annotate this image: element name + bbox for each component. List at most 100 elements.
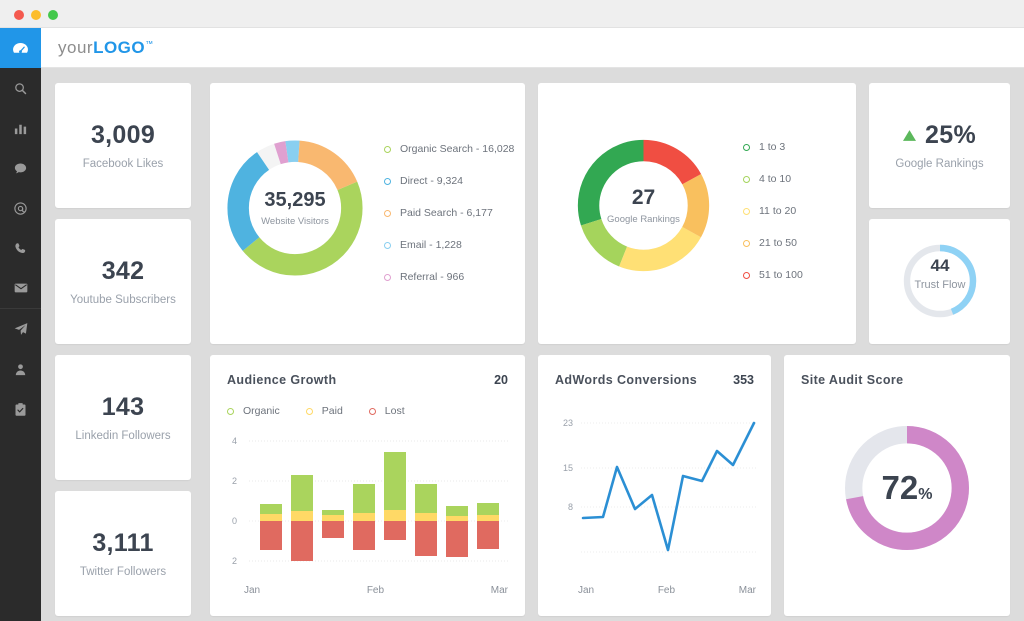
svg-text:8: 8 <box>568 502 573 512</box>
bar-lost[interactable] <box>384 521 406 540</box>
dashboard-canvas: 3,009 Facebook Likes 342 Youtube Subscri… <box>41 68 1024 621</box>
legend-item[interactable]: 4 to 10 <box>743 173 803 185</box>
bar-lost[interactable] <box>291 521 313 561</box>
bar-lost[interactable] <box>446 521 468 557</box>
kpi-value: 3,009 <box>90 121 156 149</box>
legend-item[interactable]: Referral - 966 <box>384 271 514 283</box>
bar-lost[interactable] <box>353 521 375 550</box>
bar-paid[interactable] <box>477 515 499 521</box>
donut-label: Website Visitors <box>261 216 329 227</box>
legend-item[interactable]: 11 to 20 <box>743 205 803 217</box>
sidebar-item-email[interactable] <box>0 268 41 308</box>
adwords-plot: 23 15 8 <box>563 418 758 553</box>
legend-label: Direct - 9,324 <box>400 175 464 187</box>
minimize-button[interactable] <box>31 10 41 20</box>
legend-item[interactable]: Paid Search - 6,177 <box>384 207 514 219</box>
legend-label: Organic Search - 16,028 <box>400 143 515 155</box>
y-axis-ticks: 4 2 0 2 <box>232 436 237 566</box>
conversions-line[interactable] <box>581 421 756 552</box>
legend-item[interactable]: Organic <box>227 405 280 417</box>
bar-paid[interactable] <box>446 516 468 521</box>
site-audit-value-row: 72 % <box>882 469 933 507</box>
bar-paid[interactable] <box>291 511 313 521</box>
legend-marker-organic-search <box>384 145 391 153</box>
sidebar-item-profile[interactable] <box>0 349 41 389</box>
legend-marker-referral <box>384 273 391 281</box>
sidebar-item-send[interactable] <box>0 309 41 349</box>
legend-label: Paid Search - 6,177 <box>400 207 493 219</box>
envelope-icon <box>14 283 27 293</box>
sidebar-item-mentions[interactable] <box>0 188 41 228</box>
donut-center-label: 27 Google Rankings <box>571 133 716 278</box>
close-button[interactable] <box>14 10 24 20</box>
svg-text:2: 2 <box>232 476 237 486</box>
zoom-button[interactable] <box>48 10 58 20</box>
legend-marker-organic <box>227 407 234 415</box>
search-icon <box>15 82 27 94</box>
site-audit-card: Site Audit Score 72 % <box>784 355 1010 616</box>
sidebar-item-analytics[interactable] <box>0 108 41 148</box>
adwords-conversions-card: AdWords Conversions 353 23 15 8 Jan Feb … <box>538 355 771 616</box>
delta-label: Google Rankings <box>895 158 984 170</box>
legend-item[interactable]: 1 to 3 <box>743 141 803 153</box>
svg-text:4: 4 <box>232 436 237 446</box>
sidebar-item-dashboard[interactable] <box>0 28 41 68</box>
delta-value: 25% <box>925 121 976 149</box>
google-rankings-delta-card: 25% Google Rankings <box>869 83 1010 208</box>
legend-marker-email <box>384 241 391 249</box>
x-tick-label: Mar <box>738 585 756 596</box>
legend-label: Organic <box>243 405 280 417</box>
kpi-label: Linkedin Followers <box>75 430 171 442</box>
bar-lost[interactable] <box>322 521 344 538</box>
delta-row: 25% <box>903 121 976 150</box>
website-visitors-legend: Organic Search - 16,028 Direct - 9,324 P… <box>384 143 514 283</box>
audience-growth-x-axis: Jan Feb Mar <box>244 585 508 596</box>
bar-paid[interactable] <box>322 515 344 521</box>
website-visitors-donut: 35,295 Website Visitors <box>220 133 370 283</box>
legend-item[interactable]: Direct - 9,324 <box>384 175 514 187</box>
panel-title: Site Audit Score <box>801 373 904 387</box>
sidebar-item-search[interactable] <box>0 68 41 108</box>
legend-label: 51 to 100 <box>759 269 803 281</box>
donut-center-label: 35,295 Website Visitors <box>220 133 370 283</box>
logo-main: LOGO <box>93 37 146 57</box>
dashboard-icon <box>13 42 28 53</box>
sidebar-item-messages[interactable] <box>0 148 41 188</box>
legend-item[interactable]: 51 to 100 <box>743 269 803 281</box>
legend-label: 1 to 3 <box>759 141 786 153</box>
donut-value: 35,295 <box>264 189 326 211</box>
kpi-card-twitter: 3,111 Twitter Followers <box>55 491 191 616</box>
legend-item[interactable]: Lost <box>368 405 405 417</box>
bar-lost[interactable] <box>477 521 499 549</box>
site-audit-value: 72 <box>881 469 919 506</box>
audience-growth-plot: 4 2 0 2 <box>232 436 510 566</box>
google-rankings-card: 27 Google Rankings 1 to 3 4 to 10 11 to … <box>538 83 856 344</box>
kpi-value: 143 <box>101 393 145 421</box>
sidebar-item-tasks[interactable] <box>0 389 41 429</box>
logo-prefix: your <box>58 37 94 57</box>
legend-marker-11-to-20 <box>743 207 750 215</box>
kpi-value: 3,111 <box>92 529 154 557</box>
sidebar-item-calls[interactable] <box>0 228 41 268</box>
legend-item[interactable]: Email - 1,228 <box>384 239 514 251</box>
bar-lost[interactable] <box>415 521 437 556</box>
audience-growth-card: Audience Growth 20 Organic Paid Lost 4 2… <box>210 355 525 616</box>
bar-paid[interactable] <box>353 513 375 521</box>
bar-paid[interactable] <box>415 513 437 521</box>
legend-item[interactable]: Paid <box>305 405 343 417</box>
triangle-up-icon <box>903 130 917 141</box>
bar-paid[interactable] <box>384 510 406 521</box>
google-rankings-donut: 27 Google Rankings <box>571 133 716 278</box>
brand-logo[interactable]: yourLOGO™ <box>58 38 154 58</box>
at-sign-icon <box>14 201 27 215</box>
window-titlebar <box>0 0 1024 28</box>
bar-lost[interactable] <box>260 521 282 550</box>
legend-marker-lost <box>368 407 376 415</box>
bar-paid[interactable] <box>260 514 282 521</box>
panel-title: AdWords Conversions <box>555 373 698 387</box>
window-controls <box>14 10 58 20</box>
legend-item[interactable]: 21 to 50 <box>743 237 803 249</box>
legend-item[interactable]: Organic Search - 16,028 <box>384 143 514 155</box>
panel-value: 353 <box>733 373 754 387</box>
audience-growth-header: Audience Growth 20 <box>227 373 508 387</box>
